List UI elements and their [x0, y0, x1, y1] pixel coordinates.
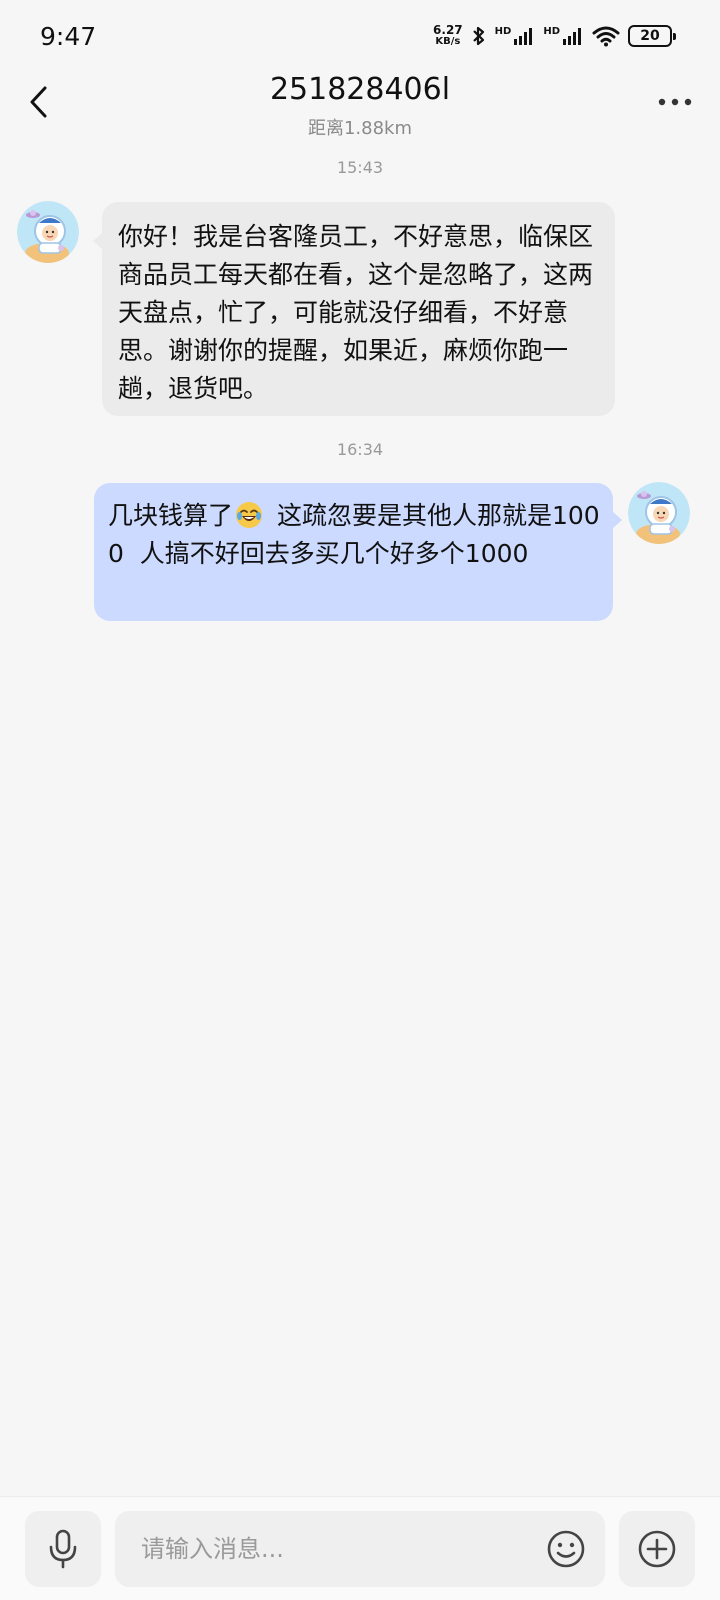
microphone-icon: [49, 1529, 77, 1569]
chat-title: 251828406l: [269, 72, 451, 107]
cellular-signal-1: HD: [495, 26, 536, 46]
smiley-face-icon: [547, 1530, 585, 1568]
cellular-signal-2: HD: [543, 26, 584, 46]
voice-input-button[interactable]: [25, 1511, 101, 1587]
network-speed-value: 6.27: [433, 23, 463, 37]
crying-laughing-emoji-icon: [236, 502, 263, 528]
astronaut-avatar-icon: [628, 482, 690, 544]
distance-label: 距离1.88km: [307, 118, 413, 139]
status-time: 9:47: [40, 22, 97, 51]
message-input[interactable]: [141, 1511, 521, 1587]
message-input-bar: [0, 1496, 720, 1600]
bluetooth-icon: [472, 26, 484, 46]
message-input-container: [115, 1511, 605, 1587]
signal-bars-icon: [514, 28, 533, 45]
outgoing-message-bubble[interactable]: 几块钱算了 这疏忽要是其他人那就是1000 人搞不好回去多买几个好多个1000: [94, 483, 622, 621]
signal-bars-icon: [563, 28, 581, 45]
my-avatar[interactable]: [628, 482, 690, 544]
plus-circle-icon: [638, 1530, 676, 1568]
chat-header: 251828406l 距离1.88km: [0, 72, 720, 146]
astronaut-avatar-icon: [17, 201, 79, 263]
more-actions-button[interactable]: [619, 1511, 695, 1587]
battery-indicator: 20: [628, 25, 676, 47]
incoming-message-bubble[interactable]: 你好！我是台客隆员工，不好意思，临保区商品员工每天都在看，这个是忽略了，这两天盘…: [93, 202, 615, 416]
network-speed-unit: KB/s: [435, 36, 461, 47]
emoji-button[interactable]: [545, 1528, 587, 1570]
status-bar: 9:47 6.27 KB/s HD HD 20: [0, 0, 720, 78]
status-icons: 6.27 KB/s HD HD 20: [433, 24, 676, 48]
wifi-icon: [592, 26, 620, 47]
network-speed: 6.27 KB/s: [433, 24, 463, 48]
message-text: 你好！我是台客隆员工，不好意思，临保区商品员工每天都在看，这个是忽略了，这两天盘…: [118, 222, 594, 403]
more-dots-icon: [658, 98, 692, 106]
contact-avatar[interactable]: [17, 201, 79, 263]
message-timestamp: 16:34: [336, 440, 384, 459]
message-text-part-1: 几块钱算了: [108, 501, 234, 530]
message-timestamp: 15:43: [336, 158, 384, 177]
more-options-button[interactable]: [652, 82, 698, 122]
